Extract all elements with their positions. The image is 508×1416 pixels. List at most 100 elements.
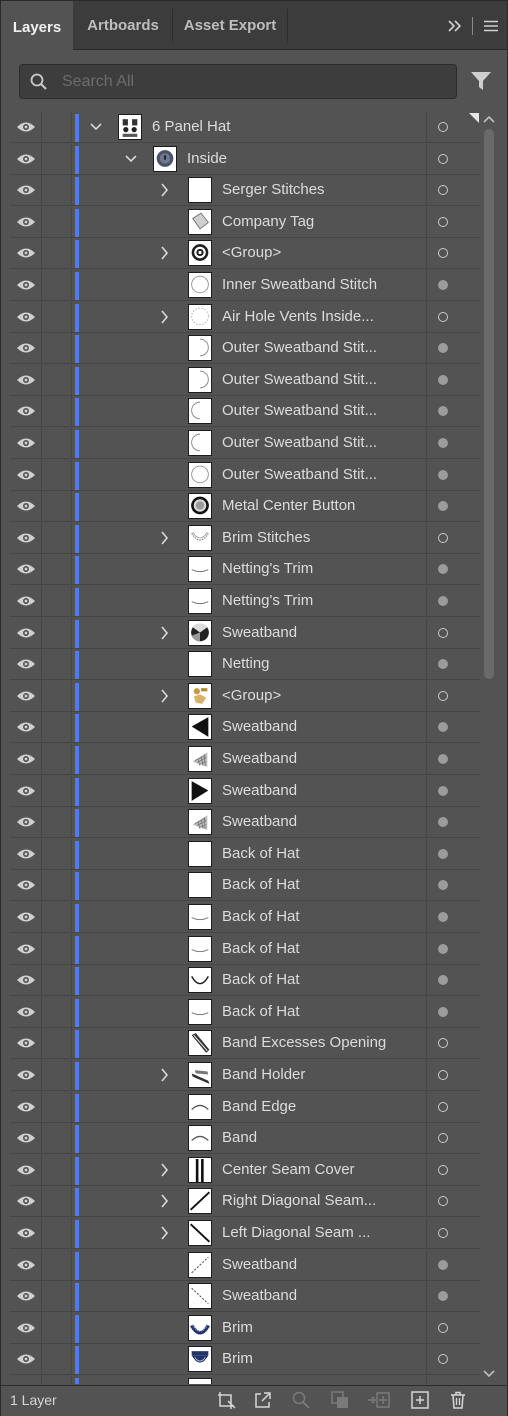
visibility-cell[interactable] — [10, 301, 42, 333]
target-circle-icon[interactable] — [438, 880, 448, 891]
layer-name[interactable]: Left Diagonal Seam ... — [222, 1224, 370, 1241]
eye-icon[interactable] — [16, 815, 36, 829]
visibility-cell[interactable] — [10, 238, 42, 270]
layer-name[interactable]: Outer Sweatband Stit... — [222, 434, 377, 451]
layer-name[interactable]: Serger Stitches — [222, 181, 325, 198]
layer-name[interactable]: Center Seam Cover — [222, 1161, 355, 1178]
layer-row[interactable]: Netting's Trim — [10, 586, 480, 617]
target-cell[interactable] — [426, 522, 480, 554]
layer-name[interactable]: Sweatband — [222, 624, 297, 641]
lock-toggle[interactable] — [42, 965, 72, 997]
layer-name[interactable]: 6 Panel Hat — [152, 118, 230, 135]
layer-row[interactable]: Band — [10, 1123, 480, 1155]
visibility-cell[interactable] — [10, 1028, 42, 1060]
visibility-cell[interactable] — [10, 143, 42, 175]
eye-icon[interactable] — [16, 752, 36, 766]
target-cell[interactable] — [426, 1154, 480, 1186]
target-circle-icon[interactable] — [438, 1322, 448, 1333]
lock-toggle[interactable] — [42, 491, 72, 523]
target-circle-icon[interactable] — [438, 216, 448, 227]
eye-icon[interactable] — [16, 657, 36, 671]
layer-name[interactable]: Band — [222, 1129, 257, 1146]
lock-toggle[interactable] — [42, 712, 72, 744]
layer-row[interactable]: Company Tag — [10, 206, 480, 238]
target-cell[interactable] — [426, 364, 480, 396]
layer-name[interactable]: Sweatband — [222, 718, 297, 735]
lock-toggle[interactable] — [42, 1281, 72, 1313]
target-cell[interactable] — [426, 301, 480, 333]
chevron-right-icon[interactable] — [159, 183, 171, 197]
tab-artboards[interactable]: Artboards — [73, 1, 173, 49]
lock-toggle[interactable] — [42, 1091, 72, 1123]
layer-name[interactable]: Company Tag — [222, 213, 314, 230]
layer-row[interactable]: Back of Hat — [10, 870, 480, 902]
eye-icon[interactable] — [16, 942, 36, 956]
search-input[interactable] — [60, 69, 444, 95]
eye-icon[interactable] — [16, 152, 36, 166]
layer-name[interactable]: Back of Hat — [222, 971, 300, 988]
visibility-cell[interactable] — [10, 1376, 42, 1384]
target-cell[interactable] — [426, 1312, 480, 1344]
eye-icon[interactable] — [16, 1194, 36, 1208]
visibility-cell[interactable] — [10, 680, 42, 712]
eye-icon[interactable] — [16, 1163, 36, 1177]
layer-name[interactable]: Metal Center Button — [222, 497, 355, 514]
target-circle-icon[interactable] — [438, 690, 448, 701]
target-circle-icon[interactable] — [438, 1196, 448, 1207]
layer-row[interactable]: Back of Hat — [10, 902, 480, 933]
layer-name[interactable]: Band Excesses Opening — [222, 1034, 386, 1051]
search-box[interactable] — [19, 64, 457, 99]
layer-name[interactable]: Inner Sweatband Stitch — [222, 276, 377, 293]
collect-for-export-icon[interactable] — [217, 1390, 237, 1410]
layer-row[interactable]: Back of Hat — [10, 838, 480, 870]
eye-icon[interactable] — [16, 1352, 36, 1366]
target-circle-icon[interactable] — [438, 754, 448, 764]
lock-toggle[interactable] — [42, 1249, 72, 1281]
target-circle-icon[interactable] — [438, 311, 448, 322]
layer-row[interactable]: 6 Panel Hat — [10, 112, 480, 143]
layer-name[interactable]: Brim — [222, 1319, 253, 1336]
visibility-cell[interactable] — [10, 491, 42, 523]
eye-icon[interactable] — [16, 973, 36, 987]
eye-icon[interactable] — [16, 626, 36, 640]
lock-toggle[interactable] — [42, 933, 72, 965]
target-cell[interactable] — [426, 870, 480, 902]
lock-toggle[interactable] — [42, 807, 72, 839]
visibility-cell[interactable] — [10, 396, 42, 428]
visibility-cell[interactable] — [10, 1344, 42, 1376]
layer-row[interactable]: Sweatband — [10, 1281, 480, 1313]
layer-name[interactable]: Brim Stitches — [222, 529, 310, 546]
eye-icon[interactable] — [16, 910, 36, 924]
eye-icon[interactable] — [16, 183, 36, 197]
layer-name[interactable]: Outer Sweatband Stit... — [222, 402, 377, 419]
layer-row[interactable]: Outer Sweatband Stit... — [10, 364, 480, 396]
eye-icon[interactable] — [16, 499, 36, 513]
target-cell[interactable] — [426, 902, 480, 933]
target-cell[interactable] — [426, 554, 480, 586]
layer-row[interactable]: Brim — [10, 1312, 480, 1344]
eye-icon[interactable] — [16, 562, 36, 576]
target-cell[interactable] — [426, 396, 480, 428]
visibility-cell[interactable] — [10, 522, 42, 554]
layer-row[interactable]: Sweatband — [10, 712, 480, 744]
target-circle-icon[interactable] — [438, 343, 448, 354]
target-cell[interactable] — [426, 965, 480, 997]
scroll-down-arrow[interactable] — [483, 1369, 495, 1379]
layer-row[interactable]: Outer Sweatband Stit... — [10, 333, 480, 365]
eye-icon[interactable] — [16, 246, 36, 260]
eye-icon[interactable] — [16, 1131, 36, 1145]
layer-name[interactable]: Outer Sweatband Stit... — [222, 371, 377, 388]
visibility-cell[interactable] — [10, 1249, 42, 1281]
eye-icon[interactable] — [16, 1258, 36, 1272]
target-cell[interactable] — [426, 206, 480, 238]
target-circle-icon[interactable] — [438, 1354, 448, 1365]
lock-toggle[interactable] — [42, 206, 72, 238]
scroll-thumb[interactable] — [484, 129, 494, 679]
lock-toggle[interactable] — [42, 586, 72, 617]
layer-row[interactable]: Back of Hat — [10, 996, 480, 1028]
visibility-cell[interactable] — [10, 1218, 42, 1249]
visibility-cell[interactable] — [10, 1281, 42, 1313]
target-cell[interactable] — [426, 1091, 480, 1123]
target-cell[interactable] — [426, 1060, 480, 1091]
layer-row[interactable]: Outer Sweatband Stit... — [10, 459, 480, 491]
